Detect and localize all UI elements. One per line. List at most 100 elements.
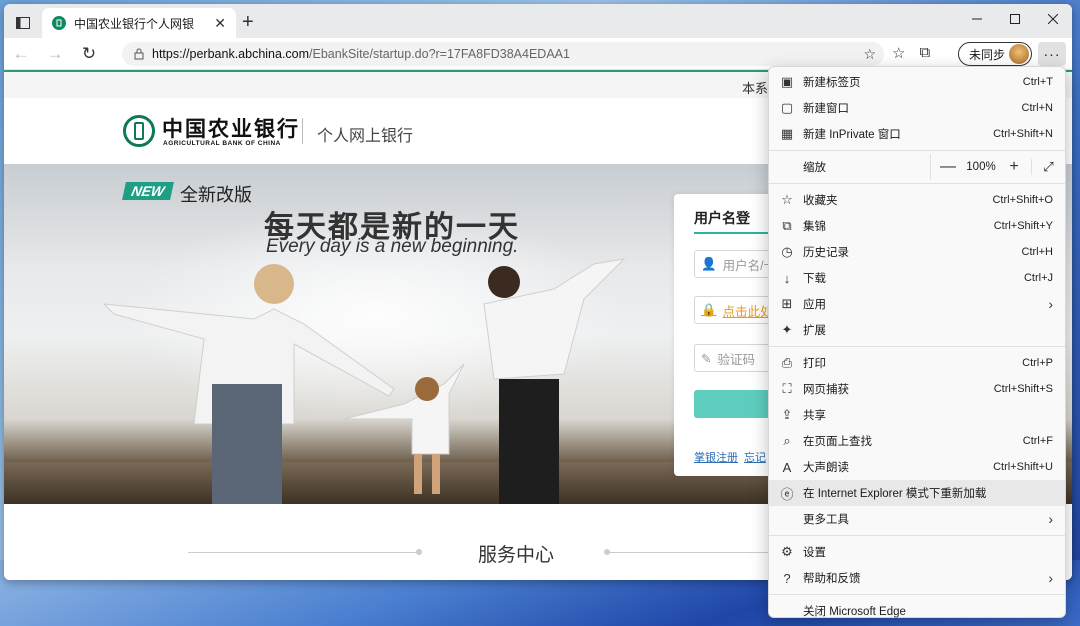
zoom-row: 缩放 —100% + ⤢ <box>769 154 1065 180</box>
tab-title: 中国农业银行个人网银 <box>74 16 195 31</box>
menu-item-shortcut: Ctrl+Shift+N <box>993 128 1053 140</box>
refresh-icon: ↻ <box>81 43 97 63</box>
minimize-icon <box>972 18 982 20</box>
inprivate-icon: ▦ <box>780 126 794 141</box>
zoom-in-button[interactable]: + <box>997 158 1031 176</box>
menu-item-label: 网页捕获 <box>803 384 849 396</box>
menu-item-settings[interactable]: ⚙ 设置 <box>769 539 1065 565</box>
menu-item-shortcut: Ctrl+N <box>1021 102 1053 114</box>
favorites-icon: ☆ <box>781 192 793 207</box>
zoom-label: 缩放 <box>803 162 826 174</box>
menu-item-find[interactable]: ⌕ 在页面上查找 Ctrl+F <box>769 428 1065 454</box>
new-tab-button[interactable]: + <box>242 12 254 32</box>
menu-item-label: 帮助和反馈 <box>803 573 861 585</box>
address-bar[interactable]: https://perbank.abchina.com/EbankSite/st… <box>122 42 884 66</box>
find-icon: ⌕ <box>783 433 791 448</box>
settings-more-button[interactable]: ··· <box>1038 42 1066 66</box>
avatar <box>1009 44 1029 64</box>
menu-item-label: 新建窗口 <box>803 103 849 115</box>
topstrip-text: 本系 <box>742 81 769 96</box>
menu-item-favorites[interactable]: ☆ 收藏夹 Ctrl+Shift+O <box>769 187 1065 213</box>
menu-item-extensions[interactable]: ✦ 扩展 <box>769 317 1065 343</box>
fullscreen-icon[interactable]: ⤢ <box>1031 159 1065 175</box>
menu-item-label: 共享 <box>803 410 826 422</box>
active-tab[interactable]: 中国农业银行个人网银 ✕ <box>42 8 236 38</box>
menu-item-share[interactable]: ⇪ 共享 <box>769 402 1065 428</box>
menu-item-new-window[interactable]: ▢ 新建窗口 Ctrl+N <box>769 95 1065 121</box>
menu-separator <box>769 535 1065 536</box>
collections-icon: ⧉ <box>782 218 792 233</box>
menu-item-ie-mode[interactable]: ⓔ 在 Internet Explorer 模式下重新加载 <box>769 480 1065 506</box>
menu-item-label: 历史记录 <box>803 247 849 259</box>
collections-toolbar-icon[interactable]: ⧉ <box>919 44 930 62</box>
lock-icon: 🔒 <box>701 302 717 317</box>
url-host: https://perbank.abchina.com <box>152 47 310 61</box>
user-icon: 👤 <box>701 256 717 271</box>
forward-button[interactable]: → <box>38 39 72 69</box>
tab-strip: 中国农业银行个人网银 ✕ + <box>4 4 1072 38</box>
menu-separator <box>769 346 1065 347</box>
abc-favicon-icon <box>52 16 66 30</box>
menu-item-shortcut: Ctrl+Shift+U <box>993 461 1053 473</box>
maximize-icon <box>1010 14 1020 24</box>
menu-item-label: 更多工具 <box>803 514 849 526</box>
forgot-link[interactable]: 忘记 <box>744 449 766 465</box>
close-edge-item[interactable]: 关闭 Microsoft Edge <box>769 598 1065 624</box>
back-arrow-icon: ← <box>12 43 30 63</box>
menu-separator <box>769 594 1065 595</box>
menu-item-label: 扩展 <box>803 325 826 337</box>
sync-label: 未同步 <box>969 47 1006 62</box>
menu-item-shortcut: Ctrl+H <box>1021 246 1053 258</box>
menu-item-label: 新建 InPrivate 窗口 <box>803 129 901 141</box>
menu-item-apps[interactable]: ⊞ 应用 › <box>769 291 1065 317</box>
menu-item-label: 集锦 <box>803 221 826 233</box>
refresh-button[interactable]: ↻ <box>72 39 106 69</box>
menu-item-print[interactable]: ⎙ 打印 Ctrl+P <box>769 350 1065 376</box>
download-icon: ↓ <box>783 270 791 286</box>
menu-item-inprivate[interactable]: ▦ 新建 InPrivate 窗口 Ctrl+Shift+N <box>769 121 1065 147</box>
menu-item-shortcut: Ctrl+P <box>1022 357 1053 369</box>
menu-item-read-aloud[interactable]: A 大声朗读 Ctrl+Shift+U <box>769 454 1065 480</box>
menu-item-collections[interactable]: ⧉ 集锦 Ctrl+Shift+Y <box>769 213 1065 239</box>
menu-item-shortcut: Ctrl+J <box>1023 272 1053 284</box>
chevron-right-icon: › <box>1048 570 1053 586</box>
menu-item-more-tools[interactable]: 更多工具 › <box>769 506 1065 532</box>
menu-item-label: 收藏夹 <box>803 195 838 207</box>
window-close-button[interactable] <box>1034 4 1072 34</box>
read-aloud-icon: A <box>782 459 792 475</box>
lock-icon <box>134 48 144 60</box>
tab-close-icon[interactable]: ✕ <box>214 15 226 32</box>
register-link[interactable]: 掌银注册 <box>694 449 738 465</box>
menu-item-shortcut: Ctrl+Shift+S <box>993 383 1053 395</box>
apps-icon: ⊞ <box>781 296 793 311</box>
favorites-toolbar-icon[interactable]: ☆ <box>892 44 905 62</box>
maximize-button[interactable] <box>996 4 1034 34</box>
close-icon <box>1048 14 1058 24</box>
tab-actions-button[interactable] <box>12 12 34 34</box>
back-button[interactable]: ← <box>4 39 38 69</box>
menu-item-web-capture[interactable]: ⛶ 网页捕获 Ctrl+Shift+S <box>769 376 1065 402</box>
minimize-button[interactable] <box>958 4 996 34</box>
menu-item-shortcut: Ctrl+F <box>1022 435 1053 447</box>
captcha-icon: ✎ <box>701 351 712 366</box>
history-icon: ◷ <box>781 244 793 259</box>
add-favorite-icon[interactable]: ☆ <box>863 46 876 63</box>
profile-sync-button[interactable]: 未同步 <box>958 42 1032 66</box>
menu-item-history[interactable]: ◷ 历史记录 Ctrl+H <box>769 239 1065 265</box>
url-path: /EbankSite/startup.do?r=17FA8FD38A4EDAA1 <box>309 47 570 61</box>
menu-item-help[interactable]: ? 帮助和反馈 › <box>769 565 1065 591</box>
blank-icon <box>779 603 795 619</box>
new-badge: NEW <box>122 182 174 200</box>
menu-item-download[interactable]: ↓ 下载 Ctrl+J <box>769 265 1065 291</box>
chevron-right-icon: › <box>1048 296 1053 312</box>
tab-username-login[interactable]: 用户名登 <box>694 208 750 228</box>
menu-item-new-tab[interactable]: ▣ 新建标签页 Ctrl+T <box>769 69 1065 95</box>
zoom-out-button[interactable]: — <box>931 158 965 176</box>
help-icon: ? <box>783 570 791 586</box>
headline-english: Every day is a new beginning. <box>266 236 519 257</box>
chevron-right-icon: › <box>1048 511 1053 527</box>
logo-subtitle: 个人网上银行 <box>317 128 414 145</box>
menu-item-label: 应用 <box>803 299 826 311</box>
menu-item-shortcut: Ctrl+T <box>1022 76 1053 88</box>
menu-item-label: 下载 <box>803 273 826 285</box>
